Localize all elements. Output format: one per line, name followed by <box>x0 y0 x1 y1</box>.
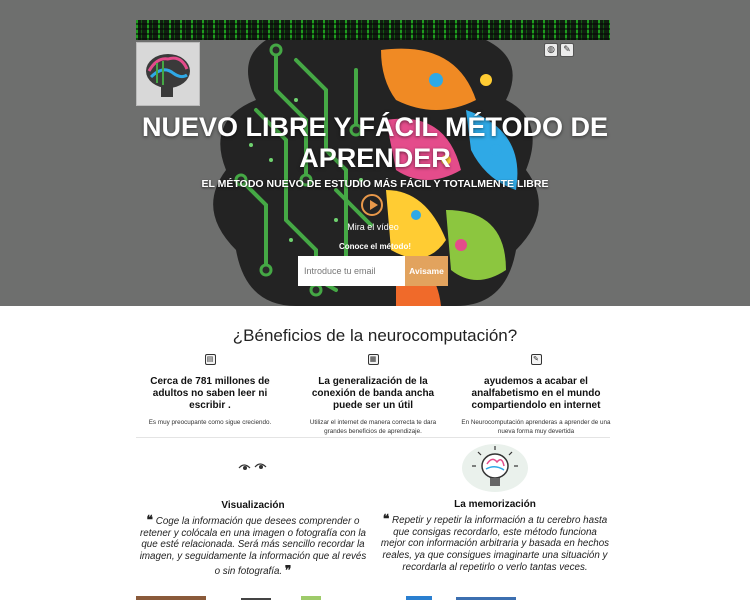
pencil-icon: ✎ <box>530 354 542 365</box>
twitter-icon[interactable]: ✎ <box>560 43 574 57</box>
matrix-banner <box>136 20 610 40</box>
partner-logos-strip <box>136 596 516 600</box>
page-title: NUEVO LIBRE Y FÁCIL MÉTODO DE APRENDER <box>141 112 609 173</box>
benefit-text: En Neurocomputación aprenderas a aprende… <box>461 419 611 435</box>
quote-open-icon: ❝ <box>146 513 154 527</box>
benefit-title: La generalización de la conexión de band… <box>311 376 435 411</box>
benefit-text: Utilizar el internet de manera correcta … <box>309 419 437 435</box>
benefit-text: Es muy preocupante como sigue creciendo. <box>148 419 272 426</box>
feature-text: ❝ Repetir y repetir la información a tu … <box>380 512 610 573</box>
benefit-card: ▤ Cerca de 781 millones de adultos no sa… <box>135 348 285 427</box>
feature-memorization: La memorización ❝ Repetir y repetir la i… <box>380 499 610 574</box>
play-video-icon[interactable] <box>361 194 383 216</box>
benefit-card: ▦ La generalización de la conexión de ba… <box>298 348 448 436</box>
notify-button[interactable]: Avisame <box>405 256 448 286</box>
benefit-title: ayudemos a acabar el analfabetismo en el… <box>471 376 601 411</box>
feature-title: Visualización <box>221 500 285 511</box>
cta-label: Conoce el método! <box>338 242 411 251</box>
hero-subtitle: EL MÉTODO NUEVO DE ESTUDIO MÁS FÁCIL Y T… <box>201 178 549 190</box>
book-icon: ▤ <box>204 354 216 365</box>
quote-open-icon: ❝ <box>382 512 390 526</box>
feature-title: La memorización <box>454 499 536 510</box>
lightbulb-brain-icon <box>462 444 528 492</box>
globe-icon[interactable]: ◍ <box>544 43 558 57</box>
section-divider <box>136 437 610 438</box>
watch-video-link[interactable]: Mira el vídeo <box>330 222 416 232</box>
quote-close-icon: ❞ <box>284 562 292 577</box>
eyes-icon <box>238 463 267 470</box>
feature-text: ❝ Coge la información que desees compren… <box>139 513 367 577</box>
benefit-card: ✎ ayudemos a acabar el analfabetismo en … <box>461 348 611 436</box>
brain-logo-icon <box>146 54 190 97</box>
benefit-title: Cerca de 781 millones de adultos no sabe… <box>150 376 270 411</box>
email-input[interactable] <box>298 256 405 286</box>
benefits-title: ¿Béneficios de la neurocomputación? <box>232 326 518 345</box>
network-icon: ▦ <box>367 354 379 365</box>
hero-section: ◍ ✎ NUEVO LIBRE Y FÁCIL MÉTODO DE APREND… <box>0 0 750 306</box>
feature-visualization: Visualización ❝ Coge la información que … <box>138 500 368 578</box>
site-logo[interactable] <box>136 42 200 106</box>
